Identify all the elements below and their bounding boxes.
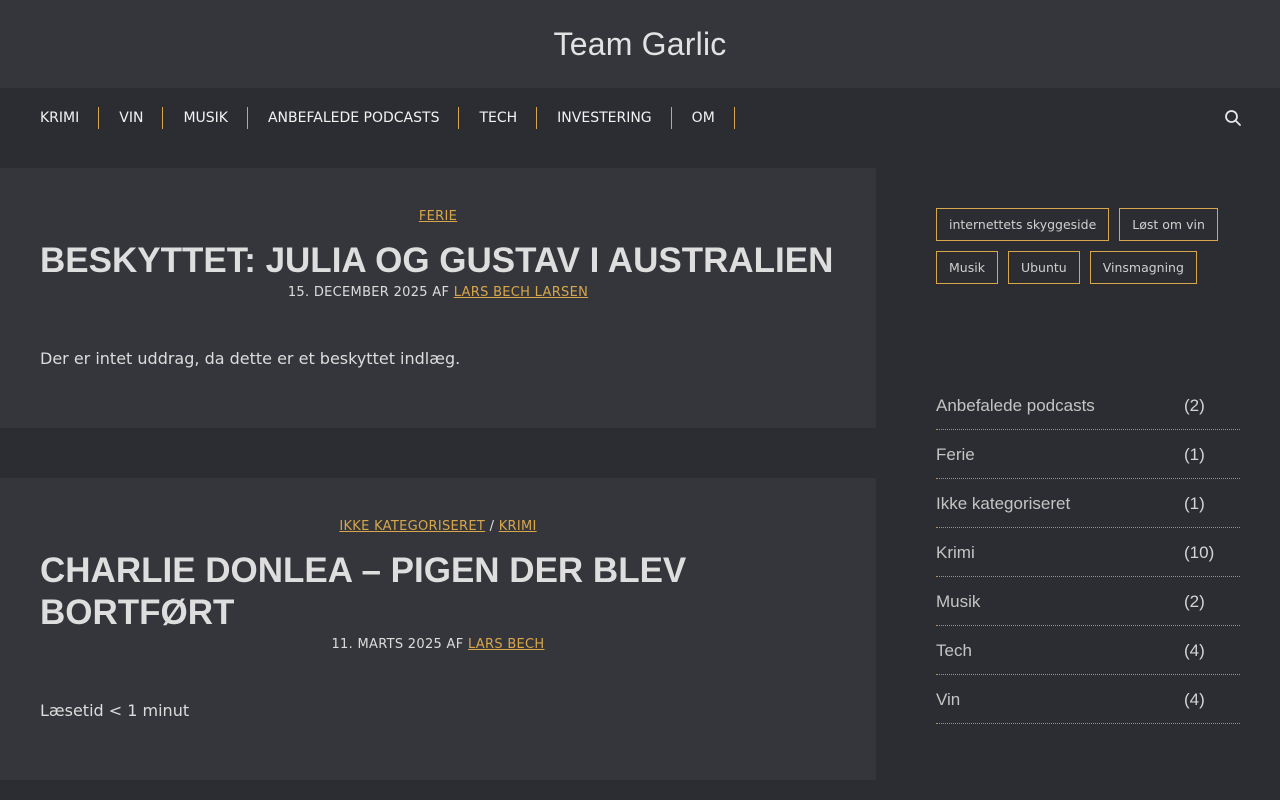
site-title[interactable]: Team Garlic bbox=[554, 26, 727, 63]
tag-internettets-skyggeside[interactable]: internettets skyggeside bbox=[936, 208, 1110, 241]
category-item: Anbefalede podcasts (2) bbox=[936, 382, 1240, 430]
sidebar: internettets skyggeside Løst om vin Musi… bbox=[936, 168, 1240, 724]
nav-menu: KRIMI VIN MUSIK ANBEFALEDE PODCASTS TECH… bbox=[20, 107, 735, 129]
post-by-label: AF bbox=[432, 285, 450, 300]
category-link[interactable]: Musik bbox=[936, 592, 1184, 612]
tag-ubuntu[interactable]: Ubuntu bbox=[1007, 251, 1080, 284]
category-link-ikke-kategoriseret[interactable]: IKKE KATEGORISERET bbox=[339, 519, 485, 534]
category-count: (4) bbox=[1184, 689, 1205, 709]
category-count: (2) bbox=[1184, 395, 1205, 415]
post-meta: 11. MARTS 2025 AF LARS BECH bbox=[40, 636, 836, 654]
tag-cloud: internettets skyggeside Løst om vin Musi… bbox=[936, 168, 1240, 284]
post-categories: IKKE KATEGORISERET / KRIMI bbox=[40, 518, 836, 536]
tag-lost-om-vin[interactable]: Løst om vin bbox=[1119, 208, 1218, 241]
post-excerpt: Læsetid < 1 minut bbox=[40, 701, 190, 720]
category-link-ferie[interactable]: FERIE bbox=[419, 209, 457, 224]
main-navigation: KRIMI VIN MUSIK ANBEFALEDE PODCASTS TECH… bbox=[0, 88, 1280, 148]
category-link-krimi[interactable]: KRIMI bbox=[499, 519, 537, 534]
post-categories: FERIE bbox=[40, 208, 836, 226]
post-excerpt: Der er intet uddrag, da dette er et besk… bbox=[40, 349, 461, 368]
nav-item-anbefalede-podcasts[interactable]: ANBEFALEDE PODCASTS bbox=[248, 107, 460, 129]
category-item: Ikke kategoriseret (1) bbox=[936, 480, 1240, 528]
category-link[interactable]: Anbefalede podcasts bbox=[936, 396, 1184, 416]
nav-item-investering[interactable]: INVESTERING bbox=[537, 107, 672, 129]
post-date: 11. MARTS 2025 bbox=[331, 637, 443, 652]
category-link[interactable]: Krimi bbox=[936, 543, 1184, 563]
category-count: (10) bbox=[1184, 542, 1215, 562]
site-header: Team Garlic bbox=[0, 0, 1280, 88]
category-link[interactable]: Ferie bbox=[936, 445, 1184, 465]
category-item: Musik (2) bbox=[936, 578, 1240, 626]
post-date: 15. DECEMBER 2025 bbox=[287, 285, 428, 300]
category-count: (2) bbox=[1184, 591, 1205, 611]
nav-item-tech[interactable]: TECH bbox=[459, 107, 538, 129]
post-author-link[interactable]: LARS BECH bbox=[468, 637, 545, 652]
category-item: Vin (4) bbox=[936, 676, 1240, 724]
nav-item-krimi[interactable]: KRIMI bbox=[20, 107, 100, 129]
post-article: IKKE KATEGORISERET / KRIMI CHARLIE DONLE… bbox=[0, 478, 876, 780]
tag-musik[interactable]: Musik bbox=[936, 251, 998, 284]
category-list: Anbefalede podcasts (2) Ferie (1) Ikke k… bbox=[936, 382, 1240, 725]
post-title[interactable]: CHARLIE DONLEA – PIGEN DER BLEV BORTFØRT bbox=[40, 550, 836, 634]
category-link[interactable]: Vin bbox=[936, 690, 1184, 710]
category-count: (1) bbox=[1184, 444, 1205, 464]
category-item: Krimi (10) bbox=[936, 529, 1240, 577]
post-title[interactable]: BESKYTTET: JULIA OG GUSTAV I AUSTRALIEN bbox=[40, 240, 836, 282]
post-author-link[interactable]: LARS BECH LARSEN bbox=[454, 285, 588, 300]
tag-vinsmagning[interactable]: Vinsmagning bbox=[1089, 251, 1197, 284]
category-link[interactable]: Tech bbox=[936, 641, 1184, 661]
nav-item-vin[interactable]: VIN bbox=[99, 107, 164, 129]
nav-item-musik[interactable]: MUSIK bbox=[163, 107, 248, 129]
nav-item-om[interactable]: OM bbox=[672, 107, 735, 129]
post-meta: 15. DECEMBER 2025 AF LARS BECH LARSEN bbox=[40, 284, 836, 302]
post-article: FERIE BESKYTTET: JULIA OG GUSTAV I AUSTR… bbox=[0, 168, 876, 428]
category-item: Tech (4) bbox=[936, 627, 1240, 675]
category-count: (1) bbox=[1184, 493, 1205, 513]
main-content: FERIE BESKYTTET: JULIA OG GUSTAV I AUSTR… bbox=[0, 168, 876, 780]
category-link[interactable]: Ikke kategoriseret bbox=[936, 494, 1184, 514]
category-item: Ferie (1) bbox=[936, 431, 1240, 479]
post-by-label: AF bbox=[446, 637, 464, 652]
category-count: (4) bbox=[1184, 640, 1205, 660]
search-icon[interactable] bbox=[1224, 109, 1242, 127]
category-separator: / bbox=[489, 519, 495, 534]
